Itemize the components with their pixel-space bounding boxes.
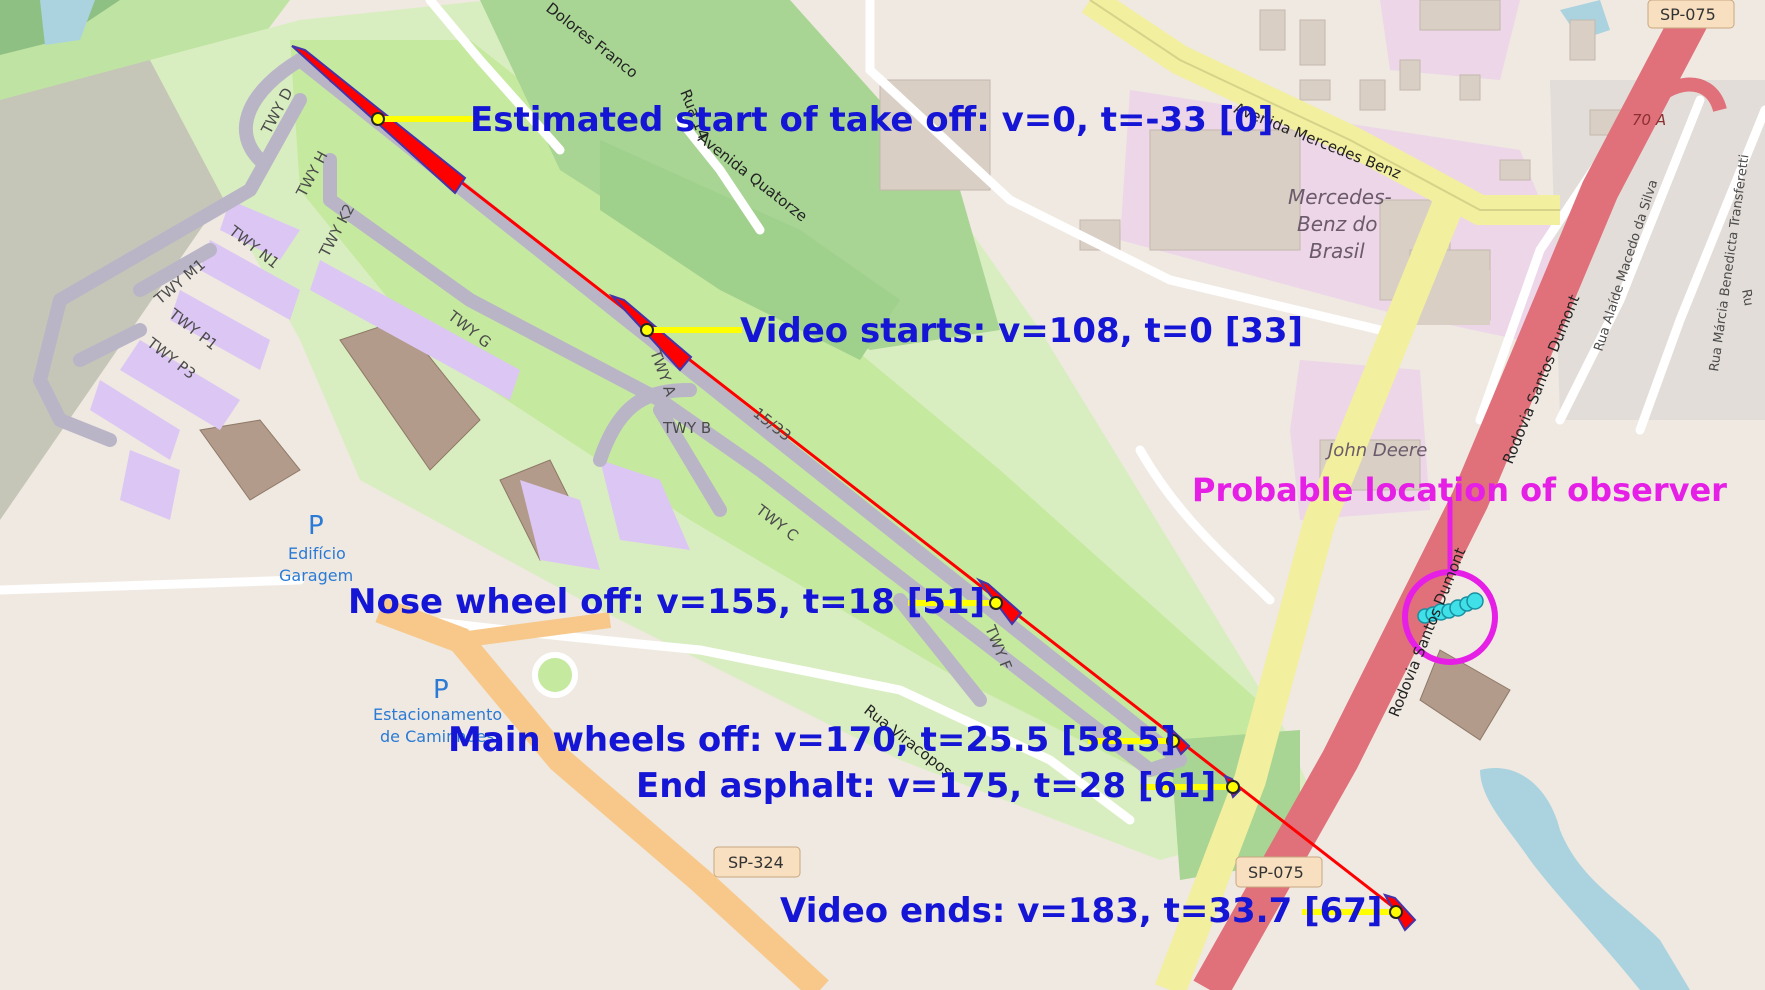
roundabout — [532, 652, 578, 698]
shield-sp075-top: SP-075 — [1660, 5, 1716, 24]
shield-sp075-bottom: SP-075 — [1248, 863, 1304, 882]
map-canvas[interactable]: TWY D TWY H TWY K2 TWY N1 TWY M1 TWY P1 … — [0, 0, 1765, 990]
building-mercedes-main — [1160, 140, 1280, 240]
parking-icon-2: P — [433, 675, 449, 705]
point-start — [371, 112, 385, 126]
label-edificio-1: Edifício — [288, 544, 346, 563]
annotation-video-end: Video ends: v=183, t=33.7 [67] — [780, 891, 1382, 931]
shield-sp324: SP-324 — [728, 853, 784, 872]
annotation-start: Estimated start of take off: v=0, t=-33 … — [470, 100, 1273, 140]
annotation-video-start: Video starts: v=108, t=0 [33] — [740, 311, 1303, 351]
label-twy-b: TWY B — [662, 419, 711, 437]
label-john-deere: John Deere — [1325, 440, 1427, 461]
label-mercedes-3: Brasil — [1309, 239, 1365, 263]
point-end-asphalt — [1226, 780, 1240, 794]
annotation-observer: Probable location of observer — [1192, 471, 1727, 509]
point-video-start — [640, 323, 654, 337]
label-edificio-2: Garagem — [279, 566, 353, 585]
label-mercedes-2: Benz do — [1297, 212, 1378, 236]
annotation-nose-off: Nose wheel off: v=155, t=18 [51] — [348, 582, 985, 622]
annotation-main-off: Main wheels off: v=170, t=25.5 [58.5] — [448, 720, 1176, 760]
label-rua-r: Ru — [1738, 288, 1756, 307]
point-nose — [989, 596, 1003, 610]
parking-icon-1: P — [308, 511, 324, 541]
annotation-end-asphalt: End asphalt: v=175, t=28 [61] — [636, 766, 1216, 806]
label-exit-70a: 70 A — [1632, 111, 1666, 129]
label-mercedes-1: Mercedes- — [1288, 185, 1392, 209]
point-video-end — [1389, 905, 1403, 919]
